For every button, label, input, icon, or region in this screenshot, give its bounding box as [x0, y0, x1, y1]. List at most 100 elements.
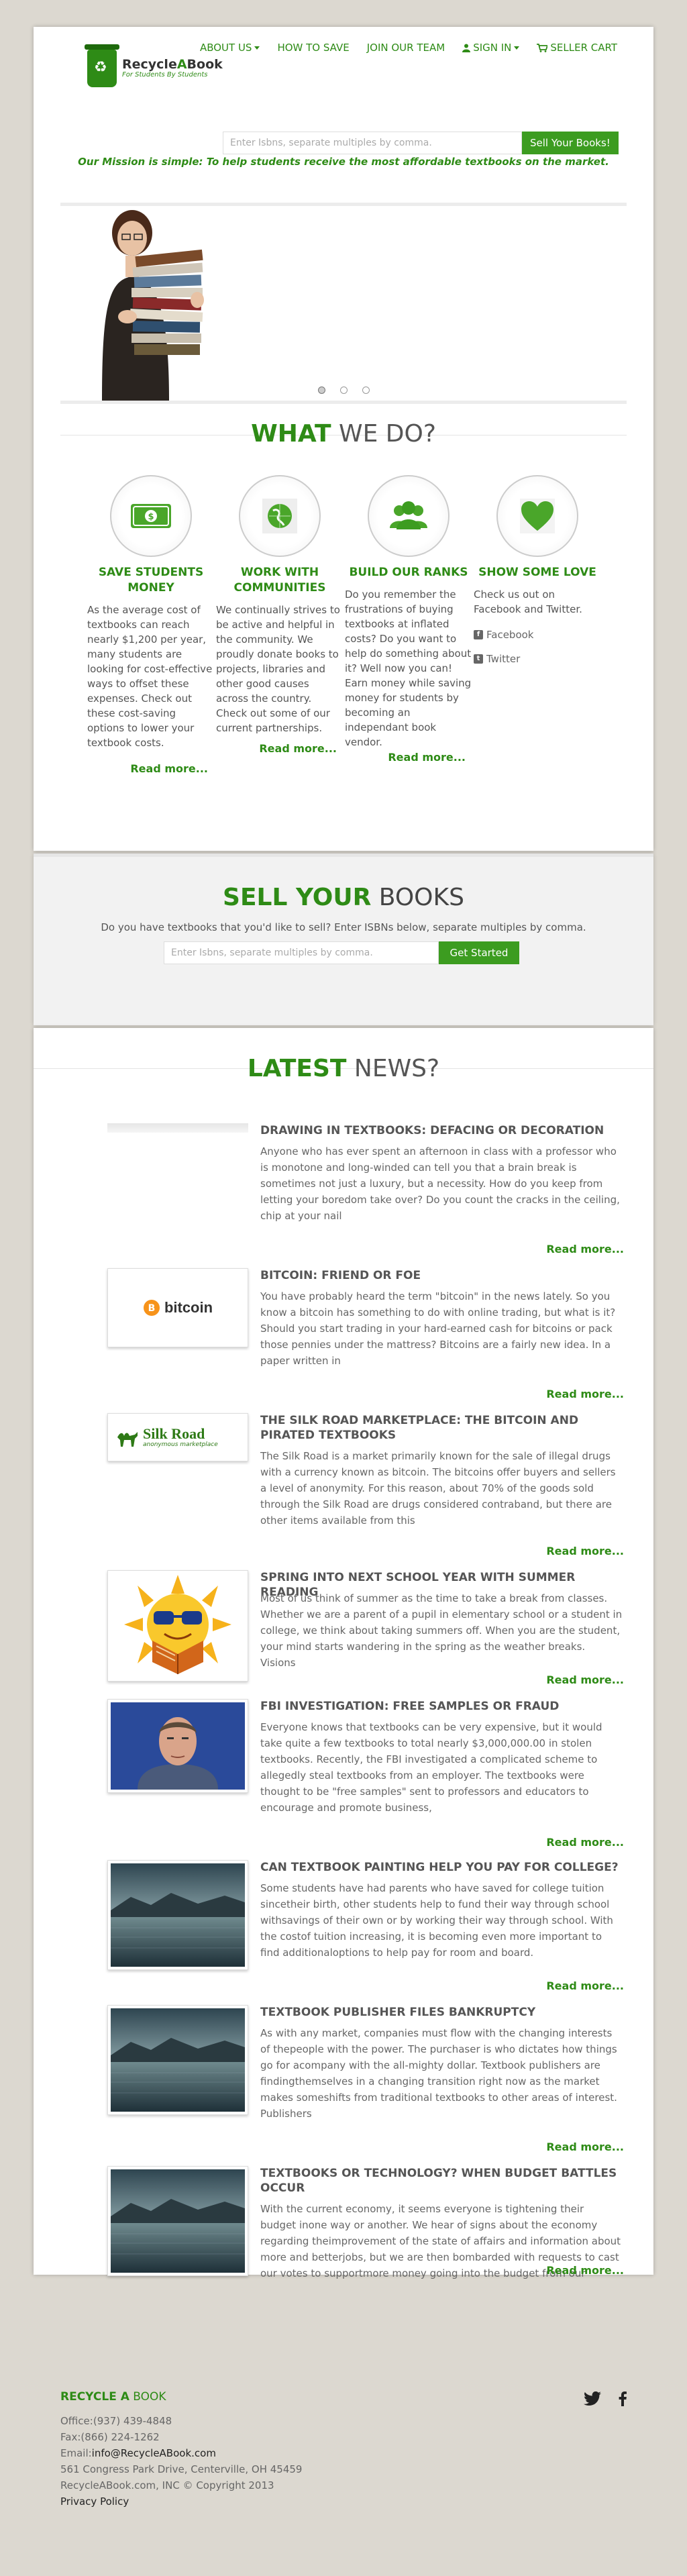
post-thumbnail[interactable]: B bitcoin	[107, 1268, 248, 1347]
title-rest: NEWS?	[346, 1055, 440, 1082]
twitter-link[interactable]: t Twitter	[474, 653, 601, 665]
post-title[interactable]: THE SILK ROAD MARKETPLACE: THE BITCOIN A…	[260, 1413, 623, 1443]
sell-books-button[interactable]: Sell Your Books!	[522, 132, 619, 154]
facebook-icon: f	[474, 629, 483, 639]
post-thumbnail[interactable]: Silk Road anonymous marketplace	[107, 1413, 248, 1461]
twitter-icon: t	[474, 654, 483, 664]
isbn-search: Sell Your Books!	[223, 132, 619, 154]
sell-description: Do you have textbooks that you'd like to…	[101, 921, 586, 933]
footer-office: Office:(937) 439-4848	[60, 2415, 172, 2427]
heart-icon	[496, 475, 578, 557]
money-icon: $	[110, 475, 192, 557]
read-more-link[interactable]: Read more...	[546, 1673, 624, 1686]
feature-title: BUILD OUR RANKS	[349, 566, 468, 579]
footer-brand: RECYCLE A BOOK	[60, 2389, 627, 2405]
slider-dot[interactable]	[317, 387, 325, 394]
nav-label: SELLER CART	[550, 42, 617, 54]
get-started-button[interactable]: Get Started	[439, 941, 519, 964]
facebook-label: Facebook	[486, 628, 534, 641]
sell-isbn-input[interactable]	[164, 941, 439, 964]
news-section: LATEST NEWS? DRAWING IN TEXTBOOKS: DEFAC…	[34, 1028, 653, 2279]
bitcoin-logo: B bitcoin	[111, 1272, 245, 1344]
footer-address: 561 Congress Park Drive, Centerville, OH…	[60, 2463, 303, 2475]
svg-text:B: B	[148, 1303, 156, 1314]
email-label: Email:	[60, 2447, 92, 2459]
post-title[interactable]: TEXTBOOK PUBLISHER FILES BANKRUPTCY	[260, 2005, 623, 2020]
sell-title: SELL YOUR BOOKS	[34, 884, 653, 911]
feature-text: Do you remember the frustrations of buyi…	[345, 588, 472, 748]
read-more-link[interactable]: Read more...	[546, 1243, 624, 1255]
facebook-link[interactable]: f Facebook	[474, 629, 601, 641]
facebook-icon[interactable]	[619, 2391, 627, 2406]
chevron-down-icon	[514, 46, 520, 50]
mugshot-photo	[111, 1702, 245, 1790]
title-bold: WHAT	[251, 420, 331, 448]
top-section: ABOUT US HOW TO SAVE JOIN OUR TEAM SIGN …	[34, 27, 653, 851]
read-more-link[interactable]: Read more...	[345, 751, 472, 764]
post-thumbnail[interactable]	[107, 2166, 248, 2276]
what-we-do-title: WHAT WE DO?	[34, 420, 653, 448]
post-thumbnail[interactable]	[107, 1860, 248, 1970]
logo-name-part: Book	[187, 57, 223, 72]
post-thumbnail[interactable]	[107, 1570, 248, 1682]
post-title[interactable]: DRAWING IN TEXTBOOKS: DEFACING OR DECORA…	[260, 1123, 623, 1138]
privacy-policy-link[interactable]: Privacy Policy	[60, 2493, 627, 2510]
read-more-link[interactable]: Read more...	[216, 742, 344, 755]
title-rest: WE DO?	[331, 420, 436, 448]
slider-dot[interactable]	[362, 387, 370, 394]
isbn-search-input[interactable]	[223, 132, 522, 154]
site-logo[interactable]: RecycleABook For Students By Students	[85, 44, 223, 87]
post-title[interactable]: CAN TEXTBOOK PAINTING HELP YOU PAY FOR C…	[260, 1860, 623, 1875]
feature-build-ranks: BUILD OUR RANKS Do you remember the frus…	[345, 475, 472, 764]
logo-tagline: For Students By Students	[122, 71, 208, 79]
footer-email-row: Email:info@RecycleABook.com	[60, 2445, 627, 2461]
post-thumbnail[interactable]	[107, 2005, 248, 2115]
nav-seller-cart[interactable]: SELLER CART	[537, 42, 617, 54]
read-more-link[interactable]: Read more...	[546, 1545, 624, 1557]
mission-statement: Our Mission is simple: To help students …	[78, 156, 609, 168]
post-excerpt: You have probably heard the term "bitcoi…	[260, 1290, 616, 1367]
nav-sign-in[interactable]: SIGN IN	[462, 42, 520, 54]
feature-title: SHOW SOME LOVE	[478, 566, 596, 579]
slider-dot[interactable]	[339, 387, 348, 394]
post-excerpt: The Silk Road is a market primarily know…	[260, 1450, 616, 1527]
nav-label: JOIN OUR TEAM	[366, 42, 445, 54]
twitter-label: Twitter	[486, 652, 521, 665]
nav-label: HOW TO SAVE	[277, 42, 350, 54]
cart-icon	[537, 43, 548, 52]
brand-part: RECYCLE A	[60, 2390, 129, 2404]
post-excerpt: Anyone who has ever spent an afternoon i…	[260, 1145, 620, 1222]
nav-how-to-save[interactable]: HOW TO SAVE	[277, 42, 349, 54]
main-nav: ABOUT US HOW TO SAVE JOIN OUR TEAM SIGN …	[200, 42, 617, 54]
woman-with-books-image	[102, 210, 204, 401]
footer-email-link[interactable]: info@RecycleABook.com	[92, 2447, 216, 2459]
read-more-link[interactable]: Read more...	[546, 1979, 624, 1992]
post-excerpt: Some students have had parents who have …	[260, 1882, 613, 1959]
post-thumbnail[interactable]	[107, 1699, 248, 1793]
post-title[interactable]: FBI INVESTIGATION: FREE SAMPLES OR FRAUD	[260, 1699, 623, 1714]
sell-form: Get Started	[164, 941, 519, 964]
read-more-link[interactable]: Read more...	[87, 762, 215, 775]
latest-news-title: LATEST NEWS?	[34, 1055, 653, 1082]
post-title[interactable]: TEXTBOOKS OR TECHNOLOGY? WHEN BUDGET BAT…	[260, 2166, 623, 2196]
read-more-link[interactable]: Read more...	[546, 1836, 624, 1849]
team-icon	[368, 475, 450, 557]
recycle-bin-icon	[85, 44, 119, 87]
read-more-link[interactable]: Read more...	[546, 2264, 624, 2277]
slider-pagination	[34, 387, 653, 394]
read-more-link[interactable]: Read more...	[546, 1388, 624, 1400]
sell-books-section: SELL YOUR BOOKS Do you have textbooks th…	[34, 854, 653, 1025]
read-more-link[interactable]: Read more...	[546, 2141, 624, 2153]
footer-fax: Fax:(866) 224-1262	[60, 2431, 160, 2443]
lake-photo	[111, 1863, 245, 1967]
title-bold: LATEST	[247, 1055, 347, 1082]
feature-text: Check us out on Facebook and Twitter.	[474, 588, 582, 615]
globe-icon	[239, 475, 321, 557]
post-thumbnail[interactable]	[107, 1123, 248, 1133]
feature-save-money: $ SAVE STUDENTS MONEY As the average cos…	[87, 475, 215, 775]
feature-show-love: SHOW SOME LOVE Check us out on Facebook …	[474, 475, 601, 665]
twitter-icon[interactable]	[584, 2391, 601, 2406]
post-title[interactable]: BITCOIN: FRIEND OR FOE	[260, 1268, 623, 1283]
feature-title: WORK WITH COMMUNITIES	[233, 566, 326, 595]
nav-join-our-team[interactable]: JOIN OUR TEAM	[367, 42, 445, 54]
